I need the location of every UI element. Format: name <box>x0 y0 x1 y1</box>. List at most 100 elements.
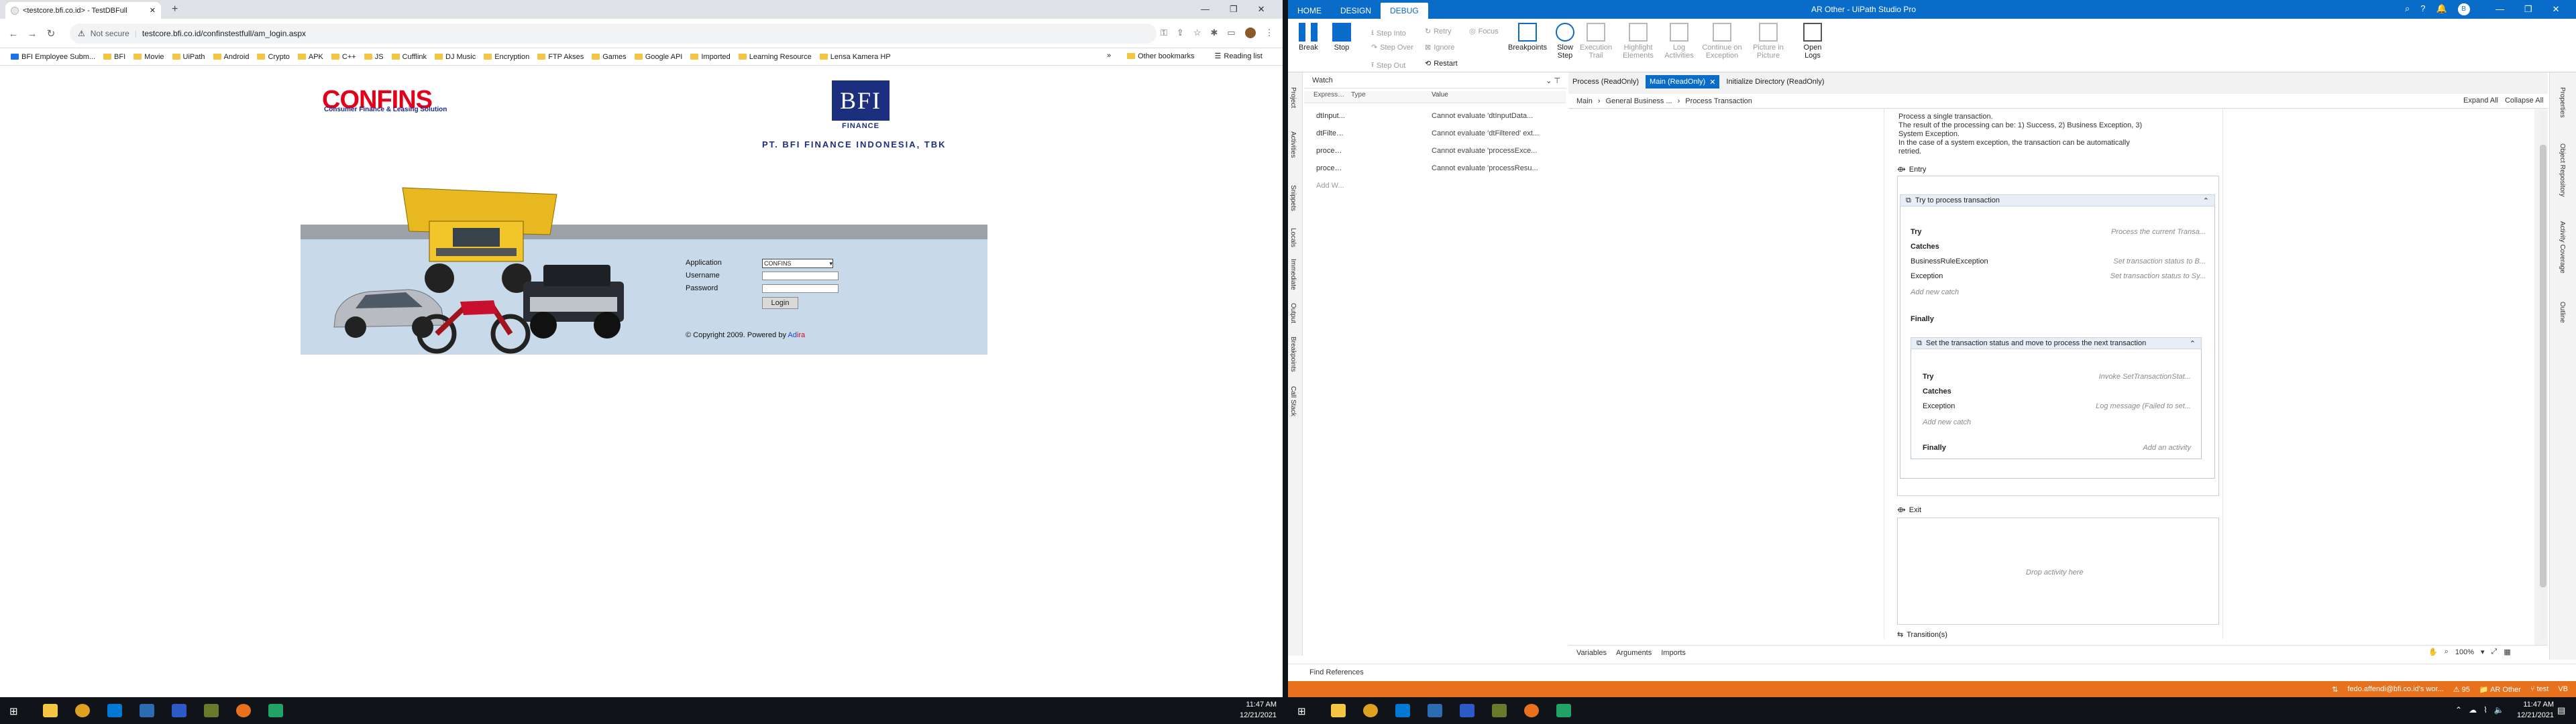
break-button[interactable]: Break <box>1299 23 1318 52</box>
restart-button[interactable]: ⟲ Restart <box>1425 59 1458 68</box>
step-over-button[interactable]: ↷ Step Over <box>1371 43 1413 52</box>
close-window-icon[interactable]: ✕ <box>2553 4 2560 15</box>
tab-arguments[interactable]: Arguments <box>1616 649 1652 657</box>
breadcrumb-item[interactable]: Main <box>1576 97 1593 105</box>
maximize-icon[interactable]: ❐ <box>1230 4 1238 15</box>
try-activity[interactable]: Process the current Transa... <box>2111 228 2206 236</box>
chevron-right-icon[interactable]: » <box>1107 52 1111 60</box>
breakpoints-button[interactable]: Breakpoints <box>1508 23 1547 52</box>
try-activity[interactable]: Invoke SetTransactionStat... <box>2099 373 2191 381</box>
doc-tab-initialize-directory[interactable]: Initialize Directory (ReadOnly) <box>1722 75 1829 88</box>
chevron-down-icon[interactable]: ▾ <box>2481 648 2485 656</box>
outer-try-row[interactable]: Try Process the current Transa... <box>1911 228 2206 236</box>
rail-snippets[interactable]: Snippets <box>1289 185 1297 211</box>
bookmark-item[interactable]: Android <box>209 53 254 61</box>
highlight-elements-button[interactable]: Highlight Elements <box>1619 23 1657 60</box>
bookmark-item[interactable]: Movie <box>129 53 168 61</box>
zoom-search-icon[interactable]: ⌕ <box>2445 648 2449 656</box>
app-icon[interactable] <box>1492 704 1507 717</box>
column-expression[interactable]: Expression <box>1304 91 1346 103</box>
other-bookmarks[interactable]: Other bookmarks <box>1123 52 1198 60</box>
orange-app-icon[interactable] <box>236 704 251 717</box>
rail-properties[interactable]: Properties <box>2559 87 2566 118</box>
cloud-icon[interactable]: ☁ <box>2469 705 2477 715</box>
bookmark-item[interactable]: Games <box>588 53 630 61</box>
breadcrumb-item[interactable]: General Business ... <box>1606 97 1672 105</box>
catch-row[interactable]: Exception Set transaction status to Sy... <box>1911 272 2206 280</box>
close-tab-icon[interactable]: ✕ <box>150 6 156 15</box>
breadcrumb-item[interactable]: Process Transaction <box>1685 97 1752 105</box>
uipath-icon[interactable] <box>1428 704 1442 717</box>
wifi-icon[interactable]: ⌇ <box>2483 705 2487 715</box>
share-icon[interactable]: ⇪ <box>1177 27 1184 38</box>
windows-start-icon[interactable]: ⊞ <box>1297 705 1306 717</box>
doc-tab-process[interactable]: Process (ReadOnly) <box>1568 75 1644 88</box>
scrollbar-thumb[interactable] <box>2540 145 2546 587</box>
chevron-up-icon[interactable]: ⌃ <box>2455 705 2462 715</box>
watch-row[interactable]: process... Cannot evaluate 'processExce..… <box>1304 142 1566 160</box>
rail-breakpoints[interactable]: Breakpoints <box>1289 337 1297 372</box>
try-catch-outer-header[interactable]: ⧉ Try to process transaction ⌃ <box>1900 194 2215 206</box>
add-activity-placeholder[interactable]: Add an activity <box>2143 444 2191 452</box>
user-avatar[interactable]: B <box>2457 3 2470 15</box>
key-icon[interactable]: ⚿ <box>1161 27 1167 38</box>
bookmark-item[interactable]: Imported <box>686 53 734 61</box>
status-errors[interactable]: ⚠ 95 <box>2453 685 2470 694</box>
notification-center-icon[interactable]: ▤ <box>2557 705 2565 716</box>
collapse-all-link[interactable]: Collapse All <box>2505 97 2543 105</box>
cast-icon[interactable]: ▭ <box>1227 27 1235 38</box>
bookmark-item[interactable]: APK <box>294 53 327 61</box>
bookmark-item[interactable]: JS <box>360 53 388 61</box>
orange-app-icon[interactable] <box>1524 704 1539 717</box>
status-user[interactable]: fedo.affendi@bfi.co.id's wor... <box>2347 685 2443 693</box>
file-explorer-icon[interactable] <box>1331 704 1346 717</box>
fit-screen-icon[interactable]: ⤢ <box>2491 648 2498 656</box>
watch-row[interactable]: dtFiltered Cannot evaluate 'dtFiltered' e… <box>1304 125 1566 142</box>
reload-icon[interactable]: ↻ <box>44 27 58 40</box>
overview-icon[interactable]: ▦ <box>2504 648 2510 656</box>
tab-debug[interactable]: DEBUG <box>1381 3 1428 19</box>
volume-icon[interactable]: 🔈 <box>2494 705 2504 715</box>
chrome-icon[interactable] <box>75 704 90 717</box>
maximize-icon[interactable]: ❐ <box>2524 4 2532 15</box>
bookmark-item[interactable]: UiPath <box>168 53 209 61</box>
menu-icon[interactable]: ⋮ <box>1265 27 1274 38</box>
exit-section[interactable]: ⟴ Exit <box>1897 505 1921 515</box>
watch-row[interactable]: dtInput... Cannot evaluate 'dtInputData..… <box>1304 107 1566 125</box>
status-project[interactable]: 📁 AR Other <box>2479 685 2521 694</box>
catch-activity[interactable]: Set transaction status to B... <box>2113 257 2206 265</box>
extension-icon[interactable]: ✱ <box>1210 27 1218 38</box>
rail-activities[interactable]: Activities <box>1289 131 1297 158</box>
step-into-button[interactable]: ⭳ Step Into <box>1371 27 1406 40</box>
close-icon[interactable]: ✕ <box>1709 78 1715 86</box>
uipath-icon[interactable] <box>140 704 154 717</box>
back-icon[interactable]: ← <box>7 27 20 40</box>
help-icon[interactable]: ? <box>2420 3 2425 15</box>
rail-immediate[interactable]: Immediate <box>1289 259 1297 290</box>
bookmark-item[interactable]: DJ Music <box>431 53 480 61</box>
minimize-icon[interactable]: — <box>1201 4 1210 15</box>
star-icon[interactable]: ☆ <box>1193 27 1201 38</box>
open-logs-button[interactable]: Open Logs <box>1799 23 1826 60</box>
pin-icon[interactable]: ⌄ ⊤ <box>1546 76 1560 85</box>
try-catch-inner-header[interactable]: ⧉ Set the transaction status and move to … <box>1911 337 2202 349</box>
add-catch-row[interactable]: Add new catch <box>1923 418 2191 426</box>
add-new-catch[interactable]: Add new catch <box>1911 288 1959 296</box>
pan-icon[interactable]: ✋ <box>2428 648 2438 656</box>
find-references-panel[interactable]: Find References <box>1288 664 2576 680</box>
tab-design[interactable]: DESIGN <box>1331 3 1381 19</box>
remote-desktop-icon[interactable] <box>1460 704 1474 717</box>
search-icon[interactable]: ⌕ <box>2405 3 2410 15</box>
add-watch-row[interactable]: Add W... <box>1304 177 1566 194</box>
catch-activity[interactable]: Log message (Failed to set... <box>2096 402 2191 410</box>
new-tab-icon[interactable]: + <box>172 3 178 15</box>
add-catch-row[interactable]: Add new catch <box>1911 288 2206 296</box>
slow-step-button[interactable]: Slow Step <box>1555 23 1575 60</box>
inner-try-row[interactable]: Try Invoke SetTransactionStat... <box>1923 373 2191 381</box>
reading-list[interactable]: ☰ Reading list <box>1211 52 1267 61</box>
excel-icon[interactable] <box>268 704 283 717</box>
retry-button[interactable]: ↻ Retry <box>1425 27 1452 36</box>
username-input[interactable] <box>762 272 839 280</box>
forward-icon[interactable]: → <box>25 27 39 40</box>
inner-finally-row[interactable]: Finally Add an activity <box>1923 444 2191 452</box>
